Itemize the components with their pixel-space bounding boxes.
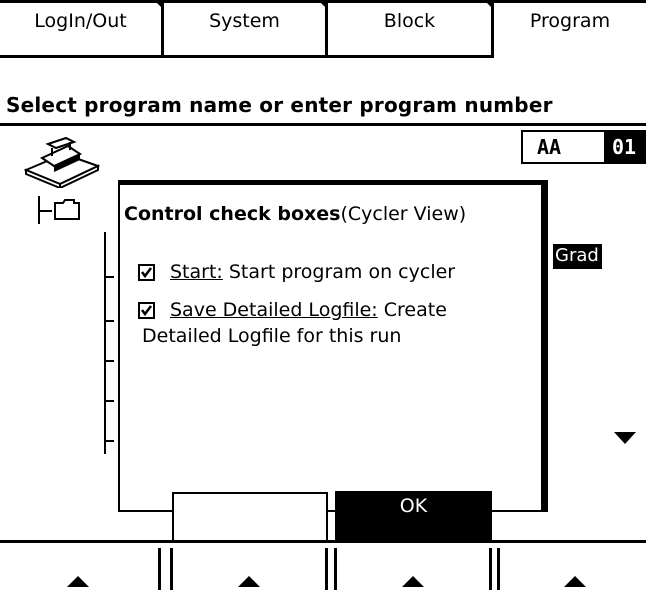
tree-line xyxy=(104,232,106,454)
divider xyxy=(0,540,646,543)
instruction-prompt: Select program name or enter program num… xyxy=(6,93,553,117)
tab-label: Block xyxy=(383,10,436,32)
option-name: Start: xyxy=(170,261,223,283)
program-id-field[interactable]: AA 01 xyxy=(521,130,646,164)
up-arrow-icon xyxy=(66,576,89,587)
checkbox-checked-icon[interactable] xyxy=(138,264,155,281)
option-text: Start: Start program on cycler xyxy=(170,260,455,285)
cycler-device-icon[interactable] xyxy=(24,136,100,188)
checkbox-checked-icon[interactable] xyxy=(138,302,155,319)
tab-system[interactable]: System xyxy=(164,0,328,58)
softkey-1[interactable] xyxy=(0,548,161,590)
tree-line xyxy=(38,210,52,212)
down-arrow-icon[interactable] xyxy=(614,432,636,444)
tab-label: LogIn/Out xyxy=(34,10,127,32)
tree-branch xyxy=(104,360,114,362)
cancel-button[interactable] xyxy=(172,492,328,542)
dialog-title: Control check boxes(Cycler View) xyxy=(124,203,466,225)
tab-bar: LogIn/Out System Block Program xyxy=(0,0,646,58)
tab-login-out[interactable]: LogIn/Out xyxy=(0,0,164,58)
start-option[interactable]: Start: Start program on cycler xyxy=(138,260,538,288)
tab-label: Program xyxy=(529,10,611,32)
tree-branch xyxy=(104,400,114,402)
softkey-2[interactable] xyxy=(170,548,328,590)
tab-block[interactable]: Block xyxy=(328,0,494,58)
tab-label: System xyxy=(209,10,280,32)
option-text: Save Detailed Logfile: Create xyxy=(170,298,447,323)
dialog-title-rest: (Cycler View) xyxy=(340,203,467,225)
grad-label[interactable]: Grad xyxy=(553,244,602,269)
up-arrow-icon xyxy=(402,576,424,587)
option-desc: Start program on cycler xyxy=(228,261,456,283)
tree-branch xyxy=(104,320,114,322)
divider xyxy=(0,123,646,126)
option-desc-line2: Detailed Logfile for this run xyxy=(142,325,402,347)
up-arrow-icon xyxy=(238,576,260,587)
option-name: Save Detailed Logfile: xyxy=(170,299,378,321)
softkey-3[interactable] xyxy=(334,548,492,590)
dialog-title-bold: Control check boxes xyxy=(124,203,341,225)
softkey-4[interactable] xyxy=(497,548,646,590)
save-logfile-option[interactable]: Save Detailed Logfile: Create Detailed L… xyxy=(138,298,538,354)
tree-branch xyxy=(104,440,114,442)
program-prefix: AA xyxy=(537,135,562,159)
folder-icon[interactable] xyxy=(54,198,80,220)
ok-button[interactable]: OK xyxy=(335,491,492,541)
tab-program[interactable]: Program xyxy=(494,0,646,58)
option-desc: Create xyxy=(383,299,447,321)
tree-branch xyxy=(104,276,114,278)
control-checkboxes-dialog: Control check boxes(Cycler View) Start: … xyxy=(118,180,548,542)
up-arrow-icon xyxy=(563,576,586,587)
program-number: 01 xyxy=(604,132,644,162)
